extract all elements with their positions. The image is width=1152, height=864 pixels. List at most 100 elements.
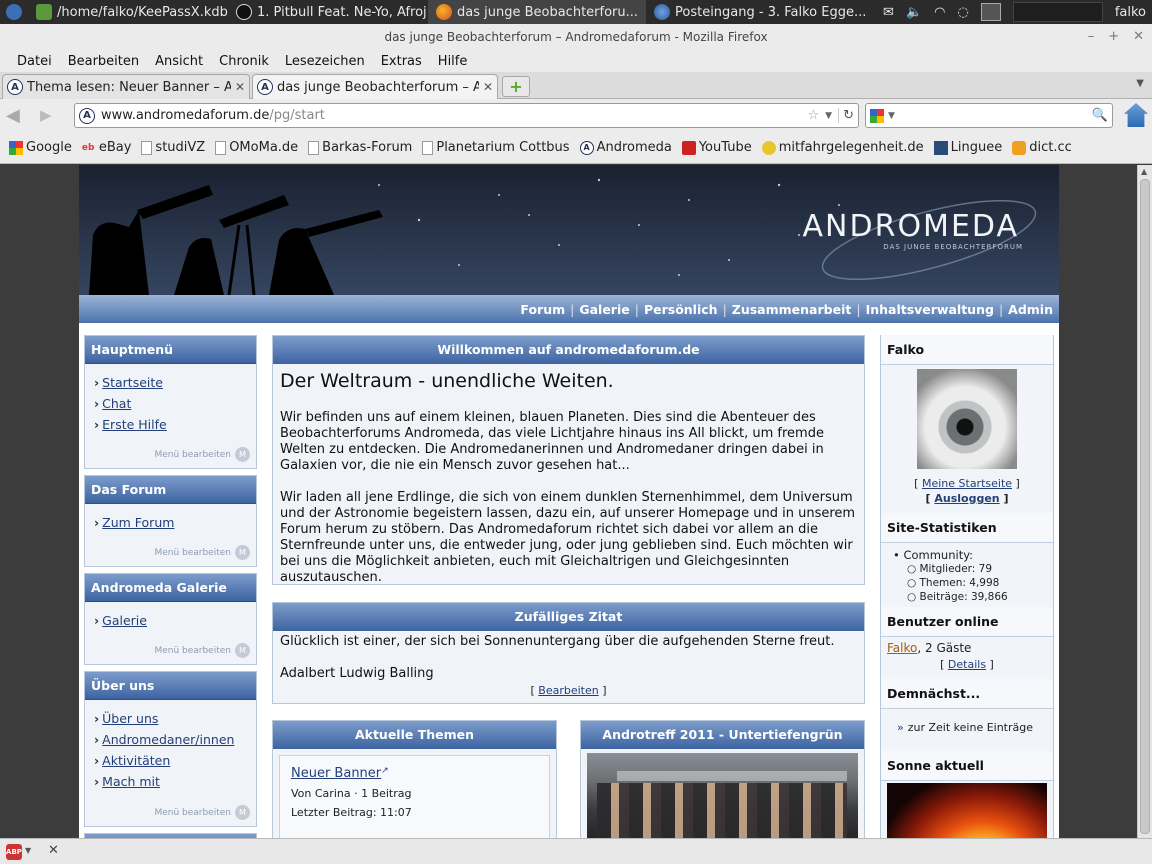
bookmark-youtube[interactable]: YouTube	[677, 140, 757, 155]
firefox-tray-icon[interactable]	[980, 3, 1001, 21]
bookmark-ebay[interactable]: eb eBay	[77, 140, 137, 155]
tab-thema-lesen[interactable]: A Thema lesen: Neuer Banner – A... ✕	[2, 74, 250, 99]
page-viewport: ANDROMEDA DAS JUNGE BEOBACHTERFORUM Foru…	[0, 165, 1152, 838]
bookmark-barkas[interactable]: Barkas-Forum	[303, 140, 417, 155]
menu-lesezeichen[interactable]: Lesezeichen	[277, 54, 373, 69]
wifi-icon[interactable]: ◠	[934, 5, 945, 20]
window-title-bar: das junge Beobachterforum – Andromedafor…	[0, 24, 1152, 50]
adblock-icon[interactable]: ABP	[6, 844, 22, 860]
menu-bearbeiten[interactable]: Bearbeiten	[60, 54, 147, 69]
menu-ansicht[interactable]: Ansicht	[147, 54, 211, 69]
menu-edit-link[interactable]: Menü bearbeiten M	[154, 447, 250, 462]
menu-item-chat: Chat	[94, 393, 256, 414]
menu-hilfe[interactable]: Hilfe	[430, 54, 476, 69]
welcome-box: Willkommen auf andromedaforum.de Der Wel…	[272, 335, 865, 585]
menu-extras[interactable]: Extras	[373, 54, 430, 69]
bookmark-google[interactable]: Google	[4, 140, 77, 155]
bookmark-linguee[interactable]: Linguee	[929, 140, 1008, 155]
topic-title-link[interactable]: Neuer Banner	[291, 766, 381, 781]
online-user-link[interactable]: Falko	[887, 641, 917, 655]
stats-members: ○ Mitglieder: 79	[907, 563, 993, 575]
app-menu-button[interactable]	[0, 0, 28, 24]
google-search-engine-icon[interactable]	[870, 108, 884, 123]
menu-edit-link[interactable]: Menü bearbeiten M	[154, 643, 250, 658]
bookmark-dictcc[interactable]: dict.cc	[1007, 140, 1077, 155]
window-title: das junge Beobachterforum – Andromedafor…	[384, 30, 768, 44]
clock-icon[interactable]: ◌	[957, 5, 968, 20]
logout-link[interactable]: Ausloggen	[934, 492, 999, 505]
back-icon[interactable]: ◀	[6, 105, 20, 126]
topic-meta: Von Carina · 1 Beitrag	[291, 787, 412, 800]
andromeda-m-icon: M	[235, 447, 250, 462]
vertical-scrollbar[interactable]: ▲	[1137, 165, 1152, 838]
scroll-up-icon[interactable]: ▲	[1141, 167, 1147, 176]
thunderbird-icon	[654, 4, 670, 20]
bookmark-omoma[interactable]: OMoMa.de	[210, 140, 303, 155]
welcome-heading: Der Weltraum - unendliche Weiten.	[280, 370, 614, 392]
search-icon[interactable]: 🔍	[1092, 108, 1108, 123]
quote-edit-link[interactable]: Bearbeiten	[538, 684, 598, 697]
reload-icon[interactable]: ↻	[838, 108, 858, 123]
tab-close-icon[interactable]: ✕	[483, 80, 493, 94]
search-bar[interactable]: ▼ 🔍	[865, 103, 1113, 128]
menu-list: Startseite Chat Erste Hilfe	[85, 364, 256, 435]
taskbar-item-media[interactable]: 1. Pitbull Feat. Ne-Yo, Afroj...	[228, 0, 428, 24]
close-icon[interactable]: ✕	[1133, 24, 1144, 50]
system-taskbar: /home/falko/KeePassX.kdb... 1. Pitbull F…	[0, 0, 1152, 24]
forward-icon[interactable]: ▶	[40, 106, 52, 124]
stats-heading: Site-Statistiken	[881, 513, 1053, 543]
scrollbar-thumb[interactable]	[1140, 179, 1150, 834]
menu-box-title: Hauptmenü	[85, 336, 256, 364]
user-name[interactable]: falko	[1115, 5, 1146, 20]
menu-edit-link[interactable]: Menü bearbeiten M	[154, 805, 250, 820]
bookmark-studivz[interactable]: studiVZ	[136, 140, 210, 155]
andromeda-logo-subtitle: DAS JUNGE BEOBACHTERFORUM	[883, 243, 1023, 251]
bookmark-star-icon[interactable]: ☆	[808, 108, 820, 123]
tab-bar: A Thema lesen: Neuer Banner – A... ✕ A d…	[0, 72, 1152, 99]
andromeda-logo[interactable]: ANDROMEDA	[803, 209, 1019, 244]
adblock-dropdown-icon[interactable]: ▼	[25, 846, 31, 855]
engine-dropdown-icon[interactable]: ▼	[888, 111, 895, 121]
menu-edit-link[interactable]: Menü bearbeiten M	[154, 545, 250, 560]
site-banner: ANDROMEDA DAS JUNGE BEOBACHTERFORUM	[79, 165, 1059, 295]
menu-box-title: Über uns	[85, 672, 256, 700]
bookmark-andromeda[interactable]: A Andromeda	[575, 140, 677, 155]
my-startpage-link[interactable]: Meine Startseite	[922, 477, 1012, 490]
workspace-switcher[interactable]	[1012, 2, 1103, 22]
androtreff-photo[interactable]	[587, 753, 858, 838]
volume-icon[interactable]: 🔈	[906, 5, 922, 20]
tab-list-icon[interactable]: ▼	[1136, 78, 1144, 89]
addon-bar-close-icon[interactable]: ✕	[48, 843, 59, 858]
nav-inhaltsverwaltung[interactable]: Inhaltsverwaltung	[866, 302, 994, 317]
taskbar-item-thunderbird[interactable]: Posteingang - 3. Falko Egge...	[646, 0, 866, 24]
nav-forum[interactable]: Forum	[520, 302, 565, 317]
user-avatar[interactable]	[917, 369, 1017, 469]
menu-chronik[interactable]: Chronik	[211, 54, 277, 69]
bookmark-planetarium[interactable]: Planetarium Cottbus	[417, 140, 574, 155]
tab-beobachterforum[interactable]: A das junge Beobachterforum – A... ✕	[252, 74, 498, 99]
upcoming-text: zur Zeit keine Einträge	[907, 721, 1034, 734]
url-bar[interactable]: A www.andromedaforum.de/pg/start ☆ ▼ ↻	[74, 103, 859, 128]
site-identity-icon[interactable]: A	[79, 107, 95, 124]
home-icon[interactable]	[1124, 103, 1148, 127]
new-tab-button[interactable]: +	[502, 76, 530, 97]
minimize-icon[interactable]: –	[1088, 24, 1095, 50]
ebay-icon: eb	[81, 142, 95, 153]
keepass-icon	[36, 4, 52, 20]
mail-icon[interactable]: ✉	[883, 5, 894, 20]
nav-galerie[interactable]: Galerie	[579, 302, 629, 317]
taskbar-item-firefox[interactable]: das junge Beobachterforu...	[428, 0, 646, 24]
sun-image[interactable]	[887, 783, 1047, 838]
tab-close-icon[interactable]: ✕	[235, 80, 245, 94]
nav-persoenlich[interactable]: Persönlich	[644, 302, 718, 317]
maximize-icon[interactable]: +	[1108, 24, 1119, 50]
url-dropdown-icon[interactable]: ▼	[825, 111, 832, 121]
nav-zusammenarbeit[interactable]: Zusammenarbeit	[732, 302, 852, 317]
andromeda-m-icon: M	[235, 805, 250, 820]
bookmark-mitfahrgelegenheit[interactable]: mitfahrgelegenheit.de	[757, 140, 929, 155]
stats-box: Site-Statistiken • Community: ○ Mitglied…	[880, 513, 1054, 607]
online-details-link[interactable]: Details	[948, 658, 986, 671]
taskbar-item-keepass[interactable]: /home/falko/KeePassX.kdb...	[28, 0, 228, 24]
nav-admin[interactable]: Admin	[1008, 302, 1053, 317]
menu-datei[interactable]: Datei	[9, 54, 60, 69]
